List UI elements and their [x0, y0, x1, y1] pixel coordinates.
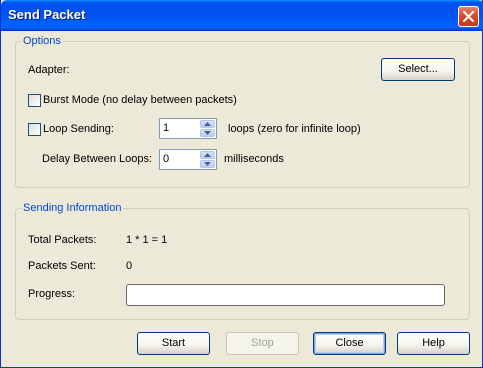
delay-decrement-button[interactable]: [200, 160, 215, 168]
window-title: Send Packet: [8, 7, 86, 22]
progress-label: Progress:: [28, 288, 76, 300]
help-button[interactable]: Help: [397, 332, 470, 355]
select-adapter-button[interactable]: Select...: [381, 58, 455, 81]
loops-decrement-button[interactable]: [200, 129, 215, 137]
delay-value[interactable]: 0: [163, 153, 169, 165]
arrow-down-icon: [204, 131, 211, 135]
delay-stepper[interactable]: 0: [159, 149, 217, 170]
progress-bar: [126, 284, 445, 306]
title-bar[interactable]: Send Packet: [1, 0, 483, 31]
options-legend: Options: [21, 35, 63, 47]
delay-increment-button[interactable]: [200, 151, 215, 159]
arrow-up-icon: [204, 122, 211, 126]
arrow-up-icon: [204, 153, 211, 157]
total-packets-label: Total Packets:: [28, 234, 97, 246]
loops-increment-button[interactable]: [200, 120, 215, 128]
loops-value[interactable]: 1: [163, 122, 169, 134]
delay-suffix: milliseconds: [224, 153, 284, 165]
loops-suffix: loops (zero for infinite loop): [228, 123, 361, 135]
loop-sending-checkbox[interactable]: [28, 123, 41, 136]
delay-between-loops-label: Delay Between Loops:: [42, 153, 153, 165]
adapter-label: Adapter:: [28, 64, 70, 76]
send-packet-dialog: Send Packet Options Adapter: Select... B…: [0, 0, 483, 368]
start-button[interactable]: Start: [137, 332, 210, 355]
total-packets-value: 1 * 1 = 1: [126, 234, 168, 246]
sending-information-legend: Sending Information: [21, 202, 124, 214]
arrow-down-icon: [204, 162, 211, 166]
loops-stepper[interactable]: 1: [159, 118, 217, 139]
packets-sent-label: Packets Sent:: [28, 260, 96, 272]
window-close-button[interactable]: [458, 6, 479, 27]
burst-mode-label[interactable]: Burst Mode (no delay between packets): [43, 94, 237, 106]
stop-button[interactable]: Stop: [226, 332, 299, 355]
loop-sending-label[interactable]: Loop Sending:: [43, 123, 114, 135]
burst-mode-checkbox[interactable]: [28, 94, 41, 107]
close-icon: [463, 11, 474, 22]
close-button[interactable]: Close: [313, 332, 386, 355]
packets-sent-value: 0: [126, 260, 133, 272]
